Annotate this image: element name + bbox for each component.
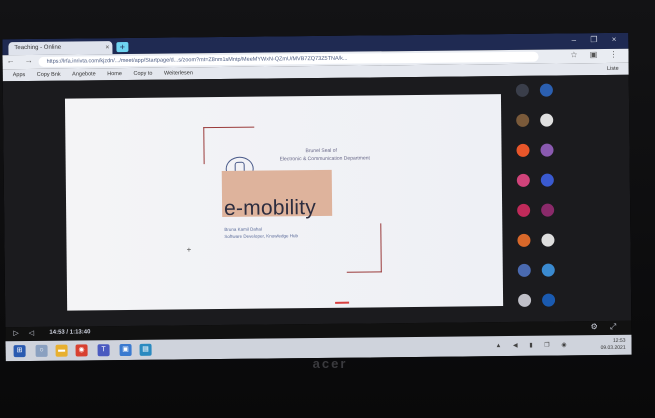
participant-avatar bbox=[516, 173, 530, 187]
participant-tile[interactable] bbox=[537, 81, 557, 107]
participant-avatar bbox=[517, 203, 531, 217]
participant-tile[interactable] bbox=[514, 232, 534, 258]
participant-tile[interactable] bbox=[538, 201, 558, 227]
start-icon[interactable]: ⊞ bbox=[13, 345, 26, 358]
participant-avatar bbox=[541, 233, 555, 247]
tab-title: Teaching - Online bbox=[14, 44, 62, 52]
participant-avatar bbox=[540, 113, 554, 127]
participant-tile[interactable] bbox=[515, 262, 535, 288]
bookmark-item[interactable]: Home bbox=[107, 68, 122, 80]
department-line-1: Brunel Seal of bbox=[305, 147, 337, 155]
participant-avatar bbox=[542, 293, 556, 307]
presenter-role: Software Developer, Knowledge Hub bbox=[224, 233, 298, 239]
tab-close-icon[interactable]: × bbox=[105, 41, 109, 54]
meeting-time: 14:53 / 1:13:40 bbox=[49, 329, 91, 336]
bookmark-item[interactable]: Weiterlesen bbox=[164, 67, 193, 79]
participant-tile[interactable] bbox=[513, 142, 533, 168]
participant-tile[interactable] bbox=[539, 261, 559, 287]
settings-fullscreen-icons[interactable]: ⚙ ⤢ bbox=[591, 322, 622, 332]
app-icon[interactable]: ▣ bbox=[119, 343, 132, 357]
bookmark-item[interactable]: Copy to bbox=[133, 68, 152, 80]
participant-tile[interactable] bbox=[538, 231, 558, 257]
taskbar-clock[interactable]: 12:53 09.03.2021 bbox=[600, 338, 626, 352]
participant-tile[interactable] bbox=[537, 111, 557, 137]
clock-date: 09.03.2021 bbox=[600, 344, 626, 352]
new-tab-button[interactable]: + bbox=[116, 41, 129, 53]
extension-icons[interactable]: ☆ ▣ ⋮ bbox=[570, 50, 622, 60]
bookmark-item[interactable]: Copy Bnk bbox=[37, 69, 61, 81]
participant-avatar bbox=[540, 143, 554, 157]
window-controls[interactable]: – ❐ × bbox=[572, 35, 623, 45]
browser-tab[interactable]: Teaching - Online × bbox=[8, 41, 113, 56]
participant-tile[interactable] bbox=[514, 172, 534, 198]
chrome-icon[interactable]: ◉ bbox=[75, 344, 88, 357]
participant-avatar bbox=[541, 203, 555, 217]
participant-avatar bbox=[517, 233, 531, 247]
participant-avatar bbox=[518, 293, 532, 307]
participant-tile[interactable] bbox=[514, 202, 534, 228]
participant-avatar bbox=[541, 263, 555, 277]
mouse-cursor-icon: + bbox=[186, 245, 192, 255]
participant-tile[interactable] bbox=[513, 112, 533, 138]
participant-panel bbox=[507, 75, 562, 322]
participant-tile[interactable] bbox=[537, 141, 557, 167]
department-line-2: Electronic & Communication Department bbox=[279, 155, 370, 163]
bookmark-item[interactable]: Angebote bbox=[72, 68, 96, 80]
playback-icons[interactable]: ▷ ◁ bbox=[13, 329, 38, 337]
participant-avatar bbox=[515, 83, 529, 97]
participant-tile[interactable] bbox=[515, 292, 535, 318]
shared-slide: Brunel Seal of Electronic & Communicatio… bbox=[64, 94, 504, 311]
slide-title: e-mobility bbox=[223, 196, 317, 220]
participant-avatar bbox=[539, 83, 553, 97]
participant-avatar bbox=[516, 113, 530, 127]
participant-tile[interactable] bbox=[538, 171, 558, 197]
participant-avatar bbox=[517, 263, 531, 277]
participant-avatar bbox=[540, 173, 554, 187]
participant-tile[interactable] bbox=[513, 82, 533, 108]
search-icon[interactable]: ○ bbox=[35, 344, 48, 357]
slide-frame-bottom-right bbox=[346, 223, 382, 273]
meeting-view: Brunel Seal of Electronic & Communicatio… bbox=[2, 74, 632, 328]
bookmark-apps[interactable]: Apps bbox=[13, 69, 26, 81]
slide-progress-marker bbox=[335, 301, 350, 304]
teams-icon[interactable]: T bbox=[97, 344, 110, 357]
monitor-screen: Teaching - Online × + – ❐ × ← → ⟳ https:… bbox=[2, 32, 632, 362]
reading-list[interactable]: Liste bbox=[607, 63, 619, 75]
file-explorer-icon[interactable]: ▬ bbox=[55, 344, 68, 357]
participant-tile[interactable] bbox=[539, 291, 559, 317]
presenter-name: Bruna Kamil Dahal bbox=[224, 226, 262, 232]
app-icon[interactable]: ▤ bbox=[139, 343, 152, 356]
system-tray[interactable]: ▲ ◀ ▮ ❐ ◉ bbox=[495, 341, 571, 349]
monitor-brand-logo: acer bbox=[312, 356, 348, 371]
participant-avatar bbox=[516, 143, 530, 157]
